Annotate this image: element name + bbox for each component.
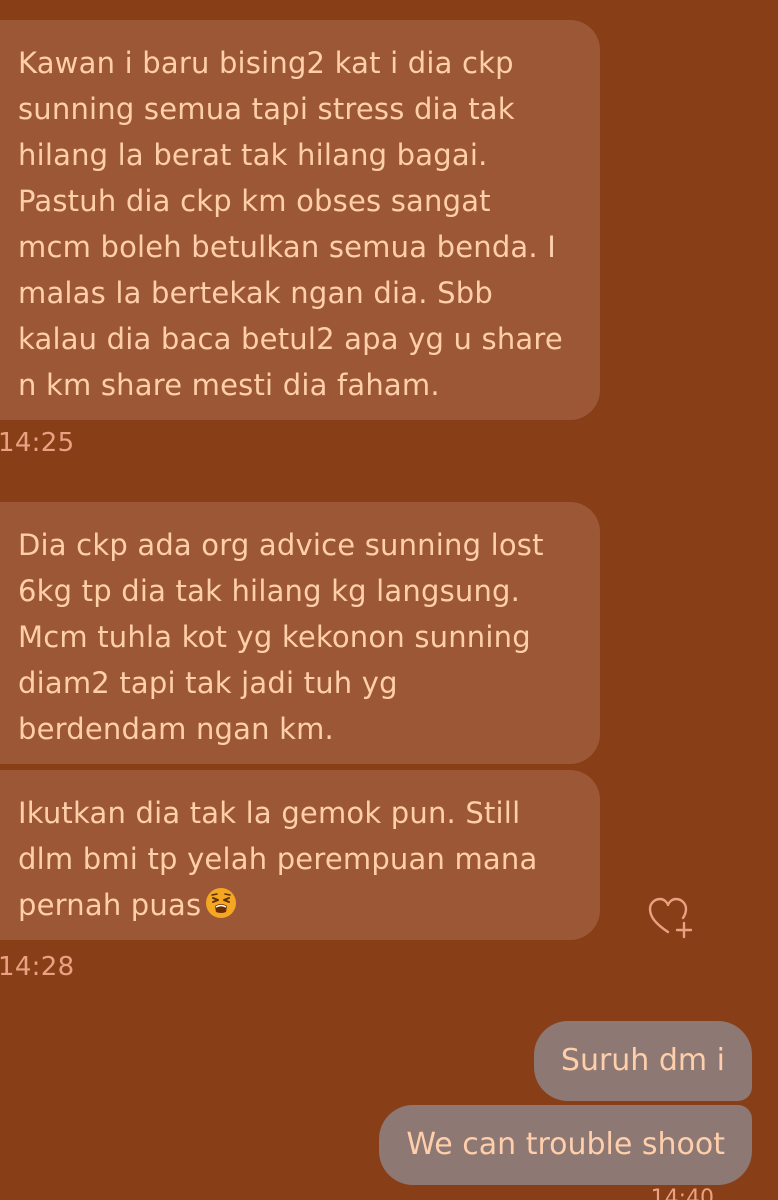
message-line: pernah puas (18, 882, 578, 928)
message-line: Mcm tuhla kot yg kekonon sunning (18, 620, 531, 654)
message-line: n km share mesti dia faham. (18, 368, 440, 402)
message-line: 6kg tp dia tak hilang kg langsung. (18, 574, 521, 608)
message-line: Pastuh dia ckp km obses sangat (18, 184, 491, 218)
message-line: malas la bertekak ngan dia. Sbb (18, 276, 493, 310)
outgoing-message[interactable]: Suruh dm i (533, 1021, 752, 1101)
message-line: dlm bmi tp yelah perempuan mana (18, 842, 538, 876)
heart-plus-icon[interactable] (646, 895, 694, 939)
message-line: kalau dia baca betul2 apa yg u share (18, 322, 563, 356)
message-line: sunning semua tapi stress dia tak (18, 92, 515, 126)
message-timestamp: 14:25 (0, 428, 75, 458)
message-line: berdendam ngan km. (18, 712, 334, 746)
incoming-message[interactable]: Ikutkan dia tak la gemok pun. Still dlm … (0, 770, 600, 940)
message-line: hilang la berat tak hilang bagai. (18, 138, 488, 172)
incoming-message[interactable]: Dia ckp ada org advice sunning lost 6kg … (0, 502, 600, 764)
message-line: mcm boleh betulkan semua benda. I (18, 230, 556, 264)
message-timestamp: 14:40 (650, 1186, 714, 1200)
message-line-text: pernah puas (18, 888, 202, 922)
chat-thread: Kawan i baru bising2 kat i dia ckp sunni… (0, 0, 778, 1200)
outgoing-message[interactable]: We can trouble shoot (379, 1105, 752, 1185)
message-line: Kawan i baru bising2 kat i dia ckp (18, 46, 514, 80)
incoming-message[interactable]: Kawan i baru bising2 kat i dia ckp sunni… (0, 20, 600, 420)
message-line: Dia ckp ada org advice sunning lost (18, 528, 544, 562)
weary-face-emoji (206, 888, 237, 918)
message-timestamp: 14:28 (0, 952, 75, 982)
message-line: Ikutkan dia tak la gemok pun. Still (18, 796, 521, 830)
message-line: diam2 tapi tak jadi tuh yg (18, 666, 398, 700)
